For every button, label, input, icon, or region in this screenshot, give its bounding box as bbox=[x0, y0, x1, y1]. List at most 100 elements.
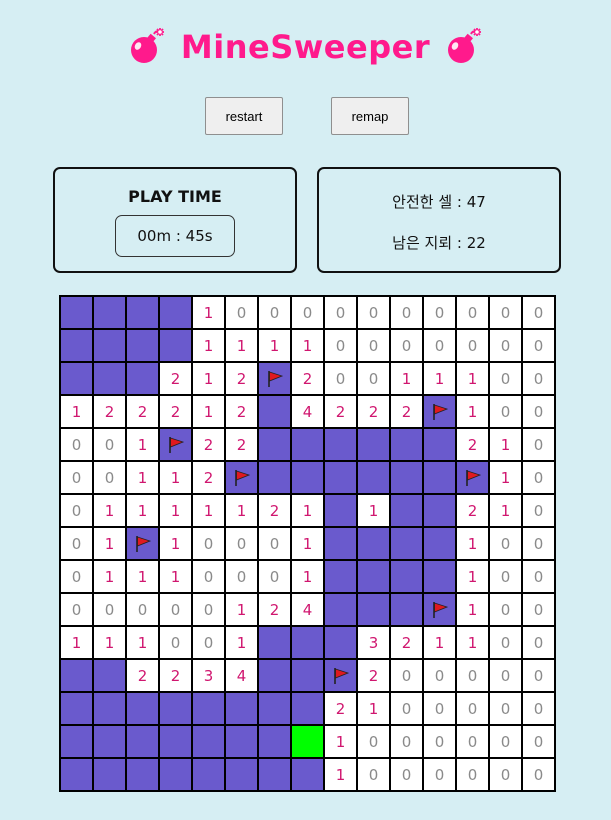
hidden-cell[interactable] bbox=[258, 725, 291, 758]
hidden-cell[interactable] bbox=[390, 527, 423, 560]
restart-button[interactable]: restart bbox=[205, 97, 283, 135]
hidden-cell[interactable] bbox=[93, 692, 126, 725]
hidden-cell[interactable] bbox=[93, 725, 126, 758]
revealed-cell[interactable]: 2 bbox=[390, 395, 423, 428]
revealed-cell[interactable]: 1 bbox=[225, 593, 258, 626]
revealed-cell[interactable]: 2 bbox=[159, 395, 192, 428]
hidden-cell[interactable] bbox=[159, 758, 192, 791]
revealed-cell[interactable]: 0 bbox=[456, 725, 489, 758]
revealed-cell[interactable]: 2 bbox=[456, 428, 489, 461]
revealed-cell[interactable]: 0 bbox=[423, 692, 456, 725]
hidden-cell[interactable] bbox=[258, 461, 291, 494]
revealed-cell[interactable]: 0 bbox=[522, 329, 555, 362]
revealed-cell[interactable]: 0 bbox=[522, 362, 555, 395]
revealed-cell[interactable]: 1 bbox=[126, 626, 159, 659]
revealed-cell[interactable]: 0 bbox=[324, 296, 357, 329]
revealed-cell[interactable]: 0 bbox=[522, 494, 555, 527]
revealed-cell[interactable]: 1 bbox=[159, 494, 192, 527]
active-cell[interactable] bbox=[291, 725, 324, 758]
revealed-cell[interactable]: 0 bbox=[522, 461, 555, 494]
hidden-cell[interactable] bbox=[60, 692, 93, 725]
revealed-cell[interactable]: 1 bbox=[489, 461, 522, 494]
revealed-cell[interactable]: 0 bbox=[423, 758, 456, 791]
flagged-cell[interactable] bbox=[225, 461, 258, 494]
hidden-cell[interactable] bbox=[192, 692, 225, 725]
revealed-cell[interactable]: 0 bbox=[192, 593, 225, 626]
hidden-cell[interactable] bbox=[390, 494, 423, 527]
revealed-cell[interactable]: 1 bbox=[93, 560, 126, 593]
revealed-cell[interactable]: 0 bbox=[522, 692, 555, 725]
hidden-cell[interactable] bbox=[423, 527, 456, 560]
revealed-cell[interactable]: 0 bbox=[357, 725, 390, 758]
revealed-cell[interactable]: 2 bbox=[192, 428, 225, 461]
revealed-cell[interactable]: 0 bbox=[489, 362, 522, 395]
hidden-cell[interactable] bbox=[291, 659, 324, 692]
hidden-cell[interactable] bbox=[126, 362, 159, 395]
revealed-cell[interactable]: 1 bbox=[456, 560, 489, 593]
hidden-cell[interactable] bbox=[324, 593, 357, 626]
revealed-cell[interactable]: 1 bbox=[60, 395, 93, 428]
hidden-cell[interactable] bbox=[258, 626, 291, 659]
revealed-cell[interactable]: 0 bbox=[225, 527, 258, 560]
revealed-cell[interactable]: 2 bbox=[126, 659, 159, 692]
hidden-cell[interactable] bbox=[423, 560, 456, 593]
hidden-cell[interactable] bbox=[225, 758, 258, 791]
revealed-cell[interactable]: 2 bbox=[192, 461, 225, 494]
revealed-cell[interactable]: 2 bbox=[324, 395, 357, 428]
flagged-cell[interactable] bbox=[423, 395, 456, 428]
hidden-cell[interactable] bbox=[93, 329, 126, 362]
revealed-cell[interactable]: 2 bbox=[258, 494, 291, 527]
revealed-cell[interactable]: 2 bbox=[159, 659, 192, 692]
flagged-cell[interactable] bbox=[126, 527, 159, 560]
hidden-cell[interactable] bbox=[159, 725, 192, 758]
revealed-cell[interactable]: 1 bbox=[192, 494, 225, 527]
revealed-cell[interactable]: 1 bbox=[258, 329, 291, 362]
revealed-cell[interactable]: 2 bbox=[456, 494, 489, 527]
remap-button[interactable]: remap bbox=[331, 97, 409, 135]
revealed-cell[interactable]: 1 bbox=[192, 329, 225, 362]
revealed-cell[interactable]: 1 bbox=[192, 395, 225, 428]
hidden-cell[interactable] bbox=[324, 527, 357, 560]
revealed-cell[interactable]: 0 bbox=[390, 758, 423, 791]
revealed-cell[interactable]: 1 bbox=[456, 362, 489, 395]
revealed-cell[interactable]: 0 bbox=[126, 593, 159, 626]
revealed-cell[interactable]: 0 bbox=[423, 659, 456, 692]
revealed-cell[interactable]: 1 bbox=[291, 527, 324, 560]
revealed-cell[interactable]: 0 bbox=[489, 527, 522, 560]
revealed-cell[interactable]: 1 bbox=[456, 626, 489, 659]
revealed-cell[interactable]: 0 bbox=[489, 758, 522, 791]
revealed-cell[interactable]: 0 bbox=[522, 593, 555, 626]
revealed-cell[interactable]: 0 bbox=[456, 329, 489, 362]
revealed-cell[interactable]: 1 bbox=[192, 362, 225, 395]
revealed-cell[interactable]: 0 bbox=[456, 296, 489, 329]
revealed-cell[interactable]: 0 bbox=[60, 494, 93, 527]
revealed-cell[interactable]: 0 bbox=[456, 758, 489, 791]
hidden-cell[interactable] bbox=[390, 593, 423, 626]
hidden-cell[interactable] bbox=[159, 329, 192, 362]
revealed-cell[interactable]: 0 bbox=[159, 593, 192, 626]
revealed-cell[interactable]: 0 bbox=[324, 362, 357, 395]
revealed-cell[interactable]: 0 bbox=[423, 296, 456, 329]
revealed-cell[interactable]: 0 bbox=[522, 560, 555, 593]
hidden-cell[interactable] bbox=[357, 428, 390, 461]
flagged-cell[interactable] bbox=[159, 428, 192, 461]
revealed-cell[interactable]: 0 bbox=[522, 659, 555, 692]
hidden-cell[interactable] bbox=[258, 395, 291, 428]
revealed-cell[interactable]: 2 bbox=[390, 626, 423, 659]
hidden-cell[interactable] bbox=[192, 758, 225, 791]
hidden-cell[interactable] bbox=[324, 494, 357, 527]
hidden-cell[interactable] bbox=[324, 428, 357, 461]
revealed-cell[interactable]: 0 bbox=[390, 296, 423, 329]
revealed-cell[interactable]: 1 bbox=[291, 494, 324, 527]
revealed-cell[interactable]: 3 bbox=[357, 626, 390, 659]
hidden-cell[interactable] bbox=[126, 725, 159, 758]
hidden-cell[interactable] bbox=[291, 461, 324, 494]
revealed-cell[interactable]: 0 bbox=[489, 692, 522, 725]
revealed-cell[interactable]: 1 bbox=[225, 626, 258, 659]
revealed-cell[interactable]: 2 bbox=[225, 428, 258, 461]
revealed-cell[interactable]: 2 bbox=[258, 593, 291, 626]
revealed-cell[interactable]: 1 bbox=[291, 560, 324, 593]
revealed-cell[interactable]: 1 bbox=[93, 527, 126, 560]
hidden-cell[interactable] bbox=[60, 296, 93, 329]
hidden-cell[interactable] bbox=[258, 428, 291, 461]
